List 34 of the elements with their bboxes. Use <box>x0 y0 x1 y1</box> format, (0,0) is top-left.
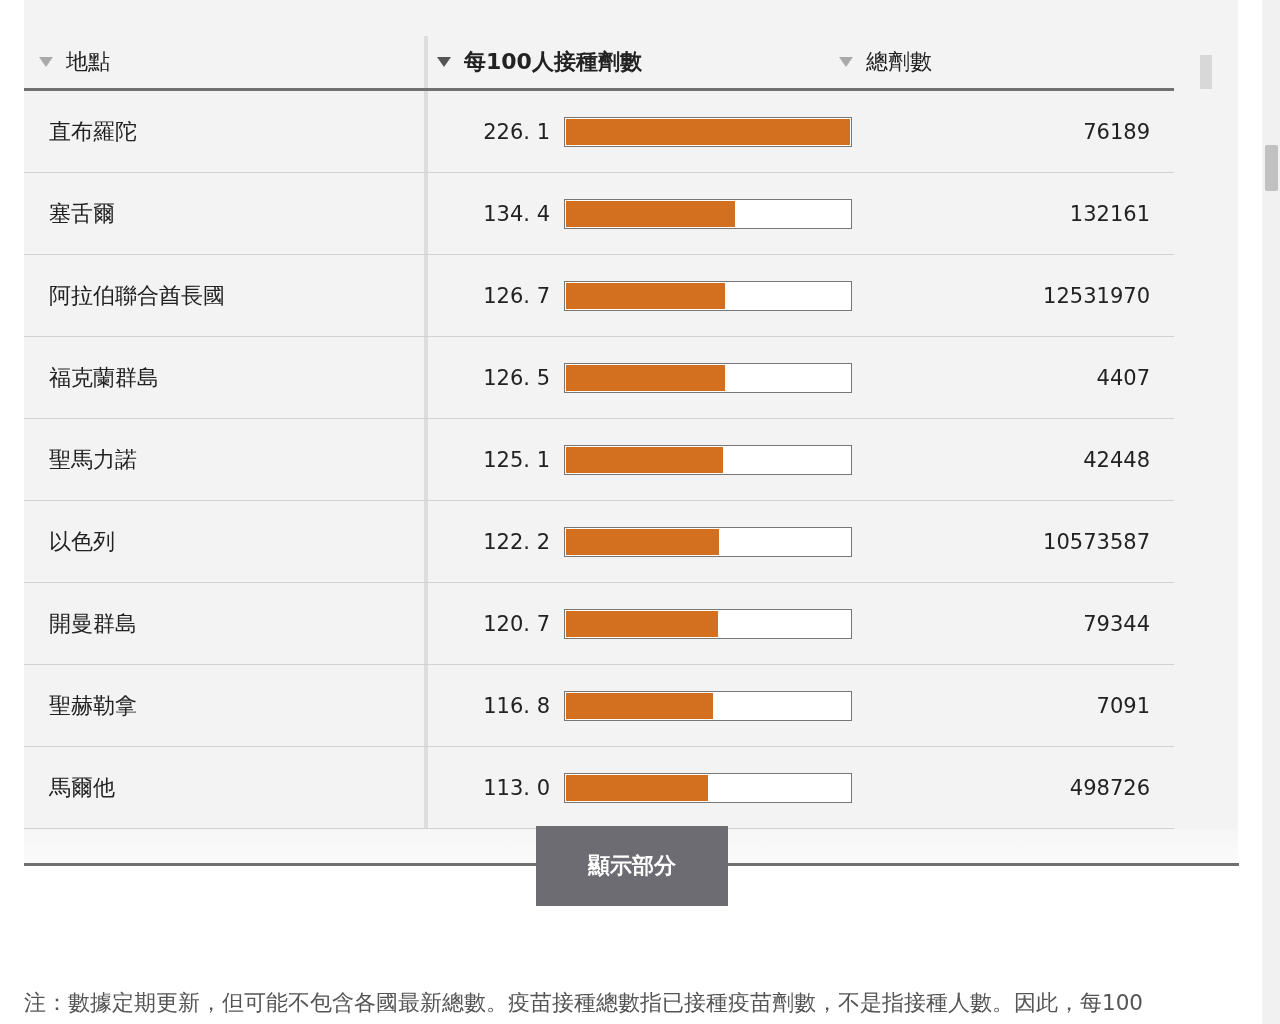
table-cell-text: 126. 5 <box>482 365 551 390</box>
table-cell-text: 126. 7 <box>482 283 551 308</box>
sort-icon[interactable] <box>436 56 452 68</box>
scrollbar-thumb[interactable] <box>1200 55 1212 89</box>
table-cell-text: 76189 <box>1082 118 1151 146</box>
column-header[interactable]: 地點 <box>66 47 110 77</box>
column-header[interactable]: 總劑數 <box>866 47 932 77</box>
column-header[interactable]: 每100人接種劑數 <box>464 47 642 77</box>
show-less-button[interactable]: 顯示部分 <box>536 826 728 906</box>
scrollbar-thumb[interactable] <box>1265 145 1278 191</box>
table-cell: 塞舌爾 <box>24 173 428 254</box>
table-cell: 直布羅陀 <box>24 91 428 172</box>
table-cell: 開曼群島 <box>24 583 428 664</box>
table-cell-text: 120. 7 <box>482 611 551 636</box>
table-cell: 聖赫勒拿 <box>24 665 428 746</box>
table-cell-text: 42448 <box>1082 446 1151 474</box>
table-cell-text: 12531970 <box>1042 282 1151 310</box>
table-cell-text: 113. 0 <box>482 775 551 800</box>
table-cell-text: 134. 4 <box>482 201 551 226</box>
table-cell-text: 10573587 <box>1042 528 1151 556</box>
table-cell: 福克蘭群島 <box>24 337 428 418</box>
table-cell: 以色列 <box>24 501 428 582</box>
table-cell-text: 7091 <box>1095 692 1151 720</box>
note-text: 注：數據定期更新，但可能不包含各國最新總數。疫苗接種總數指已接種疫苗劑數，不是指接種人數。因此，每100 <box>24 989 1144 1017</box>
table-cell-text: 116. 8 <box>482 693 551 718</box>
table-cell-text: 79344 <box>1082 610 1151 638</box>
table-cell-text: 125. 1 <box>482 447 551 472</box>
table-cell-text: 226. 1 <box>482 119 551 144</box>
table-cell-text: 122. 2 <box>482 529 551 554</box>
table-cell-text: 498726 <box>1068 774 1151 802</box>
table-cell-text: 4407 <box>1095 364 1151 392</box>
table-cell-text: 132161 <box>1068 200 1151 228</box>
table-cell: 阿拉伯聯合酋長國 <box>24 255 428 336</box>
table-cell: 聖馬力諾 <box>24 419 428 500</box>
